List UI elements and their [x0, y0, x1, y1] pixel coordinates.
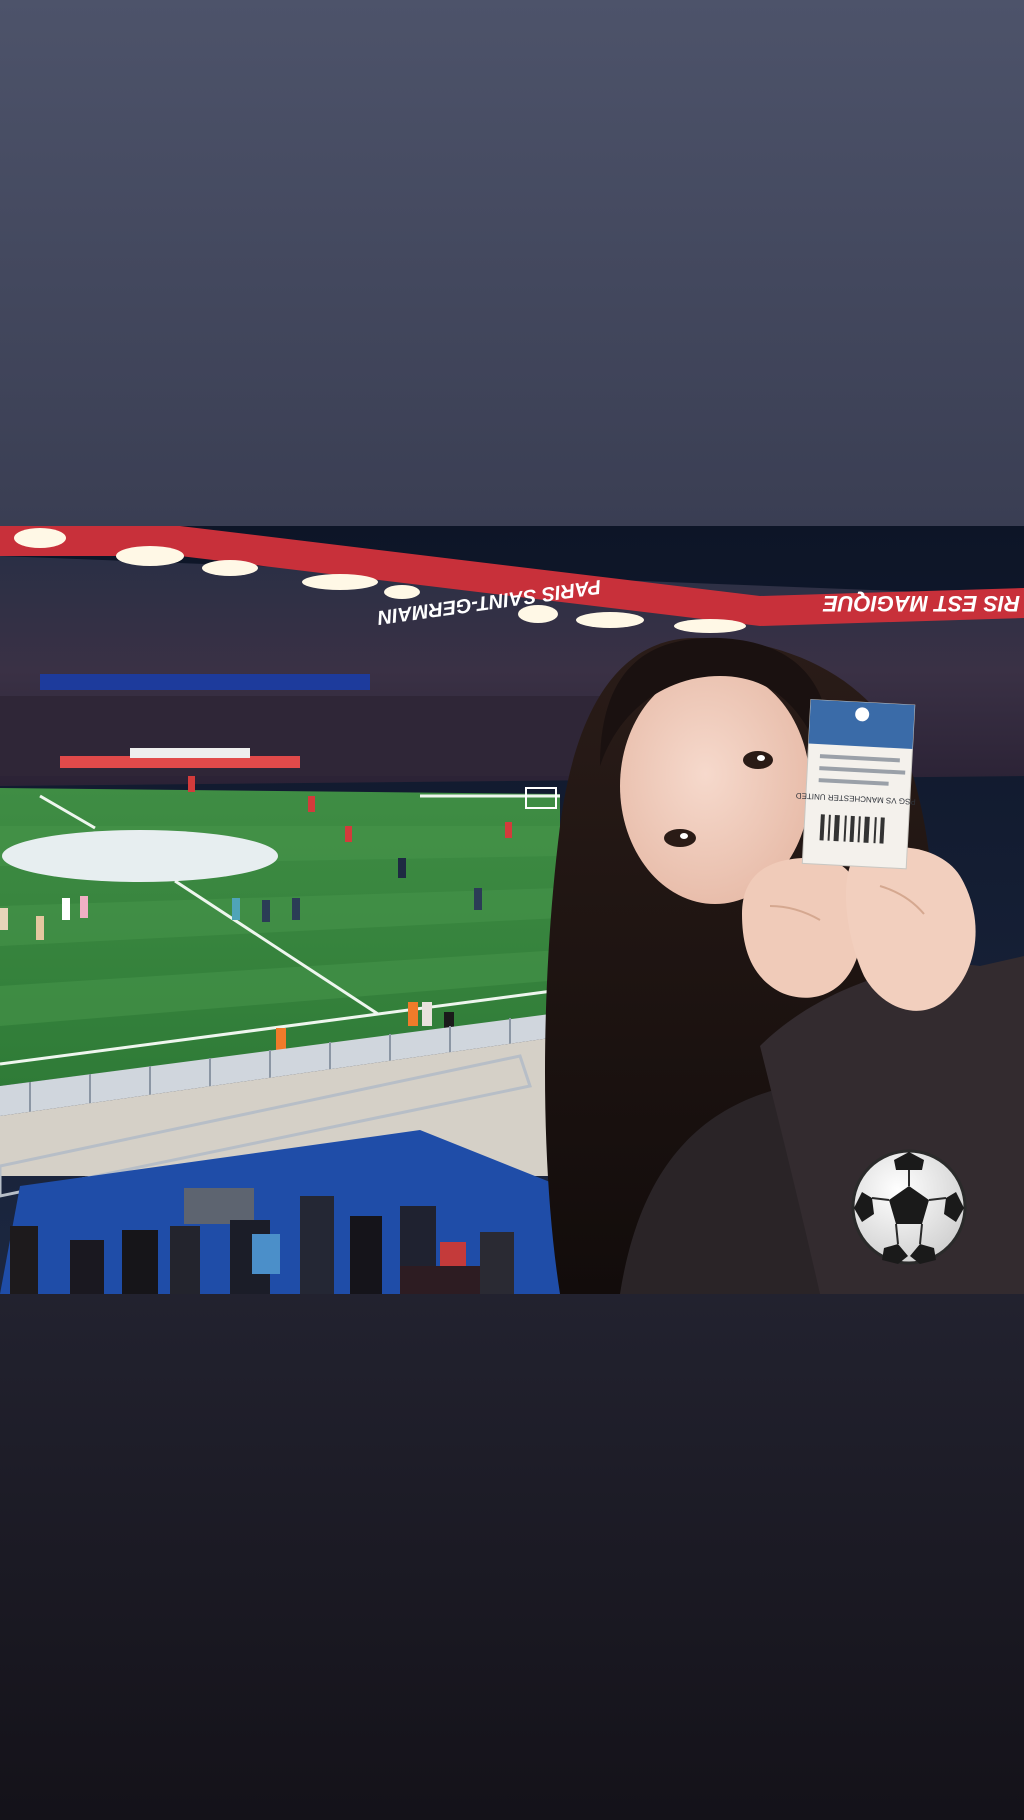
ad-board-blue: [40, 674, 370, 690]
story-bottom-background: [0, 1294, 1024, 1820]
soccer-ball-icon: [851, 1149, 967, 1265]
instagram-story: PARIS SAINT-GERMAIN RIS EST MAGIQUE PSG …: [0, 0, 1024, 1820]
banner-slogan-text: RIS EST MAGIQUE: [822, 591, 1020, 616]
camera-crane: [184, 1188, 254, 1224]
match-ticket: PSG VS MANCHESTER UNITED: [795, 699, 916, 870]
story-top-background: [0, 0, 1024, 526]
ad-board-white: [130, 748, 250, 758]
center-circle-logo: [2, 830, 278, 882]
